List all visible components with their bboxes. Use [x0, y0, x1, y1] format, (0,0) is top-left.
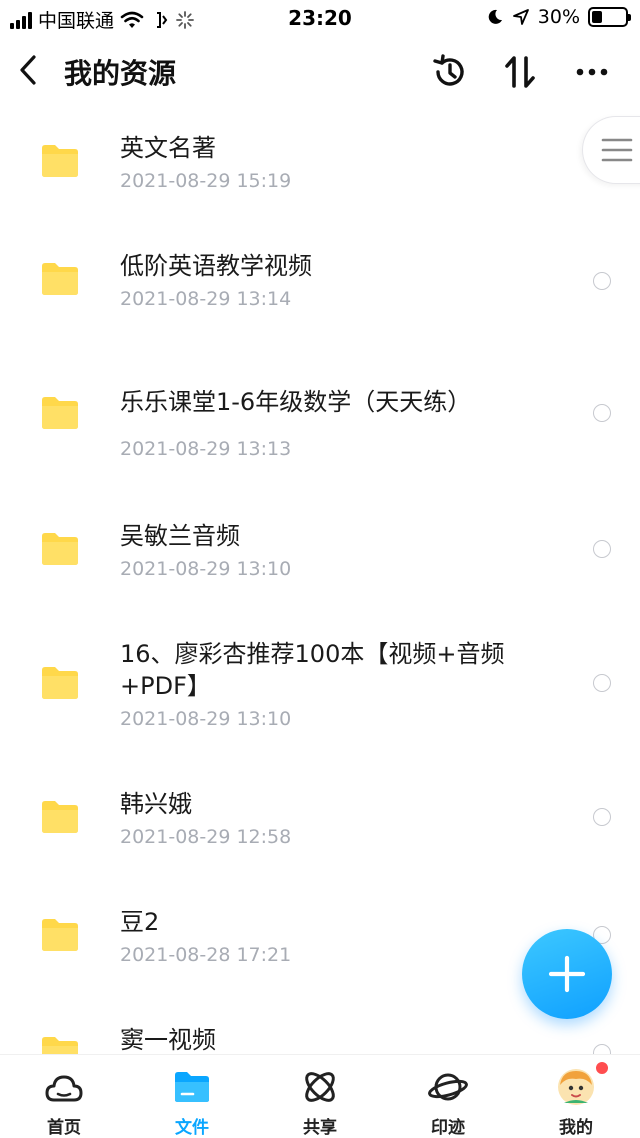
status-bar: 中国联通 23:20 30%	[0, 0, 640, 36]
sort-button[interactable]	[498, 50, 542, 94]
tab-label: 印迹	[431, 1118, 465, 1138]
history-button[interactable]	[428, 50, 472, 94]
tab-label: 共享	[303, 1118, 337, 1138]
tab-files[interactable]: 文件	[128, 1055, 256, 1138]
planet-icon	[428, 1067, 468, 1107]
avatar-icon	[556, 1067, 596, 1107]
file-date: 2021-08-29 13:13	[120, 438, 292, 460]
list-item[interactable]: 吴敏兰音频 2021-08-29 13:10	[0, 492, 640, 610]
select-checkbox[interactable]	[593, 404, 611, 422]
tab-bar: 首页 文件 共享 印迹 我的	[0, 1054, 640, 1138]
sort-icon	[505, 56, 535, 88]
folder-icon	[42, 1037, 78, 1054]
tab-label: 首页	[47, 1118, 81, 1138]
file-date: 2021-08-29 13:14	[120, 288, 292, 310]
plus-icon	[548, 955, 586, 993]
back-chevron-icon	[20, 55, 36, 85]
cloud-icon	[44, 1067, 84, 1107]
page-title: 我的资源	[64, 57, 177, 90]
folder-icon	[42, 667, 78, 699]
location-icon	[512, 9, 529, 25]
file-name: 窦一视频	[120, 1026, 216, 1054]
more-icon	[576, 68, 608, 76]
file-name: 16、廖彩杏推荐100本【视频+音频+PDF】	[120, 640, 505, 700]
file-date: 2021-08-28 17:21	[120, 944, 292, 966]
battery-fill	[592, 11, 602, 23]
folder-icon	[42, 145, 78, 177]
file-name: 韩兴娥	[120, 790, 192, 818]
battery-percent: 30%	[537, 6, 580, 28]
atom-icon	[300, 1067, 340, 1107]
list-item[interactable]: 乐乐课堂1-6年级数学（天天练） 2021-08-29 13:13	[0, 342, 640, 492]
tab-label: 文件	[175, 1118, 209, 1138]
folder-icon	[42, 801, 78, 833]
tab-home[interactable]: 首页	[0, 1055, 128, 1138]
notification-badge	[594, 1060, 610, 1076]
tab-mine[interactable]: 我的	[512, 1055, 640, 1138]
folder-icon	[172, 1067, 212, 1107]
file-name: 低阶英语教学视频	[120, 252, 312, 280]
nav-bar: 我的资源	[0, 36, 640, 106]
list-item[interactable]: 低阶英语教学视频 2021-08-29 13:14	[0, 224, 640, 342]
file-name: 吴敏兰音频	[120, 522, 240, 550]
file-name: 豆2	[120, 908, 160, 936]
list-item[interactable]: 英文名著 2021-08-29 15:19	[0, 106, 640, 224]
file-date: 2021-08-29 13:10	[120, 708, 292, 730]
back-button[interactable]	[10, 50, 46, 90]
battery-icon	[588, 7, 631, 27]
history-icon	[433, 54, 464, 86]
folder-icon	[42, 397, 78, 429]
tab-traces[interactable]: 印迹	[384, 1055, 512, 1138]
list-item[interactable]: 16、廖彩杏推荐100本【视频+音频+PDF】 2021-08-29 13:10	[0, 610, 640, 760]
folder-icon	[42, 533, 78, 565]
list-item[interactable]: 韩兴娥 2021-08-29 12:58	[0, 760, 640, 878]
status-right: 30%	[486, 6, 631, 28]
menu-icon	[601, 138, 633, 162]
select-checkbox[interactable]	[593, 808, 611, 826]
file-list: 英文名著 2021-08-29 15:19 低阶英语教学视频 2021-08-2…	[0, 106, 640, 1054]
moon-icon	[488, 9, 502, 24]
file-date: 2021-08-29 15:19	[120, 170, 292, 192]
tab-label: 我的	[559, 1118, 593, 1138]
add-button[interactable]	[522, 929, 612, 1019]
folder-icon	[42, 919, 78, 951]
select-checkbox[interactable]	[593, 1044, 611, 1054]
file-date: 2021-08-29 13:10	[120, 558, 292, 580]
file-name: 乐乐课堂1-6年级数学（天天练）	[120, 388, 472, 416]
select-checkbox[interactable]	[593, 540, 611, 558]
select-checkbox[interactable]	[593, 272, 611, 290]
file-name: 英文名著	[120, 134, 216, 162]
tab-share[interactable]: 共享	[256, 1055, 384, 1138]
folder-icon	[42, 263, 78, 295]
more-button[interactable]	[570, 50, 614, 94]
file-date: 2021-08-29 12:58	[120, 826, 292, 848]
select-checkbox[interactable]	[593, 674, 611, 692]
